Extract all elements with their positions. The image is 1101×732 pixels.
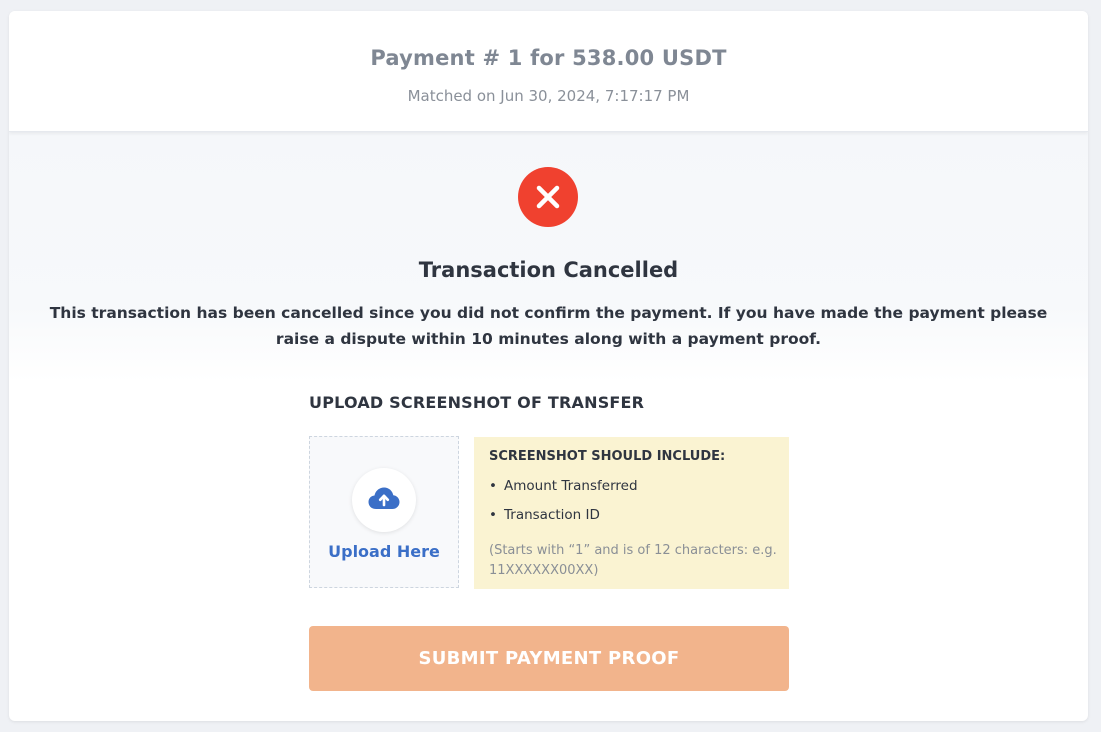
requirement-label: Amount Transferred: [504, 478, 638, 494]
status-title: Transaction Cancelled: [418, 258, 679, 282]
upload-label: Upload Here: [328, 542, 440, 561]
bullet-icon: •: [489, 507, 497, 523]
requirement-item: • Transaction ID: [489, 507, 600, 523]
upload-icon-badge: [352, 468, 416, 532]
submit-payment-proof-button[interactable]: SUBMIT PAYMENT PROOF: [309, 626, 789, 691]
payment-title: Payment # 1 for 538.00 USDT: [370, 46, 727, 70]
payment-header: Payment # 1 for 538.00 USDT Matched on J…: [9, 11, 1088, 132]
transaction-id-note: (Starts with “1” and is of 12 characters…: [489, 543, 777, 578]
close-circle-icon: [518, 167, 578, 227]
upload-dropzone[interactable]: Upload Here: [309, 436, 459, 588]
status-message: This transaction has been cancelled sinc…: [49, 304, 1048, 348]
upload-heading: UPLOAD SCREENSHOT OF TRANSFER: [309, 393, 645, 412]
bullet-icon: •: [489, 478, 497, 494]
cloud-upload-icon: [368, 487, 400, 509]
screenshot-requirements: SCREENSHOT SHOULD INCLUDE: • Amount Trans…: [474, 437, 789, 589]
payment-card: Payment # 1 for 538.00 USDT Matched on J…: [9, 11, 1088, 721]
matched-timestamp: Matched on Jun 30, 2024, 7:17:17 PM: [407, 87, 690, 105]
requirement-label: Transaction ID: [504, 507, 600, 523]
requirement-item: • Amount Transferred: [489, 478, 638, 494]
requirements-heading: SCREENSHOT SHOULD INCLUDE:: [489, 449, 726, 464]
